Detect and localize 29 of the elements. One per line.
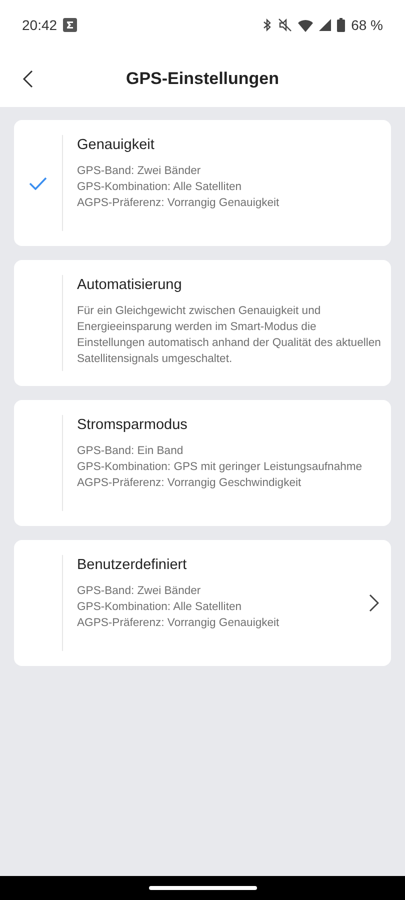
app-notification-icon (63, 18, 78, 32)
mute-icon (278, 18, 292, 32)
signal-icon (319, 19, 332, 31)
mode-detail: GPS-Band: Zwei Bänder (77, 164, 202, 179)
mode-title: Automatisierung (77, 277, 183, 293)
status-time: 20:42 (22, 17, 58, 33)
mode-card[interactable]: Stromsparmodus GPS-Band: Ein Band GPS-Kombination: GPS mit geringer Leistungsaufnahme AGPS-Präferenz: Vorrangig Geschwindigkeit (14, 400, 391, 526)
page-title: GPS-Einstellungen (126, 68, 280, 88)
mode-detail: GPS-Kombination: Alle Satelliten (77, 180, 243, 195)
mode-detail: GPS-Kombination: Alle Satelliten (77, 600, 243, 615)
mode-detail: GPS-Band: Zwei Bänder (77, 584, 202, 599)
bluetooth-icon (262, 18, 272, 32)
wifi-icon (298, 18, 314, 32)
mode-title: Genauigkeit (77, 137, 156, 153)
mode-detail: AGPS-Präferenz: Vorrangig Geschwindigkeit (77, 476, 302, 491)
back-icon[interactable] (22, 70, 34, 88)
mode-detail: GPS-Band: Ein Band (77, 444, 184, 459)
chevron-icon[interactable] (369, 594, 379, 612)
mode-detail: AGPS-Präferenz: Vorrangig Genauigkeit (77, 616, 280, 631)
mode-card[interactable]: Automatisierung Für ein Gleichgewicht zwischen Genauigkeit und Energieeinsparung werden im Smart-Modus die Einstellungen automatisch anhand der Qualität des aktuellen Satellitensignals umgeschaltet. (14, 260, 391, 386)
mode-card[interactable]: Benutzerdefiniert GPS-Band: Zwei Bänder GPS-Kombination: Alle Satelliten AGPS-Präferenz: Vorrangig Genauigkeit (14, 540, 391, 666)
battery-percentage: 68 % (351, 17, 383, 33)
mode-detail: AGPS-Präferenz: Vorrangig Genauigkeit (77, 196, 280, 211)
mode-detail: GPS-Kombination: GPS mit geringer Leistungsaufnahme (77, 460, 364, 475)
mode-title: Benutzerdefiniert (77, 557, 188, 573)
mode-description: Für ein Gleichgewicht zwischen Genauigkeit und Energieeinsparung werden im Smart-Modus die Einstellungen automatisch anhand der Qualität des aktuellen Satellitensignals umgeschaltet. (77, 304, 382, 367)
mode-card[interactable]: Genauigkeit GPS-Band: Zwei Bänder GPS-Kombination: Alle Satelliten AGPS-Präferenz: Vorrangig Genauigkeit (14, 120, 391, 246)
battery-icon (337, 18, 346, 32)
mode-title: Stromsparmodus (77, 417, 188, 433)
